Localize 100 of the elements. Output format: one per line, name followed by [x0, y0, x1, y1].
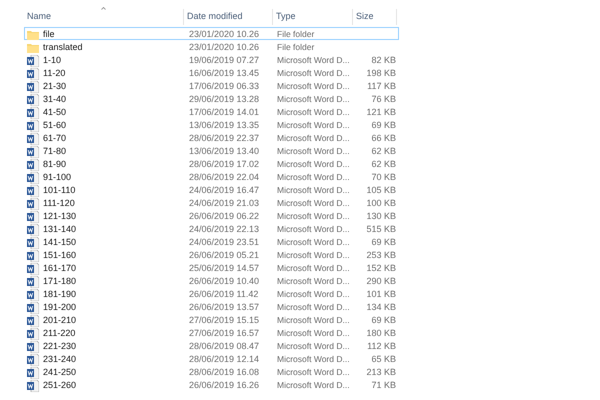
- file-type: Microsoft Word D...: [276, 288, 351, 302]
- file-row[interactable]: 71-80 13/06/2019 13.40 Microsoft Word D... 62 KB: [24, 144, 399, 157]
- file-size: 253 KB: [366, 249, 396, 262]
- file-size: 121 KB: [366, 106, 396, 119]
- file-row[interactable]: 81-90 28/06/2019 17.02 Microsoft Word D... 62 KB: [24, 157, 399, 170]
- file-name: 221-230: [43, 340, 76, 353]
- file-name: 181-190: [43, 288, 76, 301]
- file-row[interactable]: 41-50 17/06/2019 14.01 Microsoft Word D... 121 KB: [24, 105, 399, 118]
- file-size: 62 KB: [371, 158, 396, 171]
- document-icon: [27, 250, 39, 262]
- date-modified: 26/06/2019 10.40: [188, 275, 260, 288]
- file-size: 62 KB: [371, 145, 396, 158]
- date-modified: 24/06/2019 22.13: [188, 223, 260, 236]
- document-icon: [27, 184, 39, 197]
- file-size: 69 KB: [371, 314, 396, 327]
- column-header[interactable]: Name: [27, 10, 52, 24]
- document-icon: [27, 314, 39, 327]
- file-row[interactable]: 51-60 13/06/2019 13.35 Microsoft Word D... 69 KB: [24, 118, 399, 131]
- file-row[interactable]: 31-40 29/06/2019 13.28 Microsoft Word D... 76 KB: [24, 92, 399, 105]
- file-size: 101 KB: [366, 288, 396, 301]
- file-row[interactable]: 181-190 26/06/2019 11.42 Microsoft Word D... 101 KB: [24, 287, 399, 300]
- date-modified: 28/06/2019 12.14: [188, 353, 260, 366]
- document-icon: [27, 224, 39, 236]
- file-name: 131-140: [43, 223, 76, 236]
- file-type: Microsoft Word D...: [276, 262, 351, 276]
- file-row[interactable]: 211-220 27/06/2019 16.57 Microsoft Word D... 180 KB: [24, 326, 399, 339]
- file-type: Microsoft Word D...: [276, 93, 351, 106]
- document-icon: [27, 380, 39, 392]
- file-row[interactable]: 151-160 26/06/2019 05.21 Microsoft Word D... 253 KB: [24, 248, 399, 261]
- file-name: 91-100: [43, 171, 72, 184]
- file-row[interactable]: 201-210 27/06/2019 15.15 Microsoft Word D... 69 KB: [24, 313, 399, 326]
- file-name: 251-260: [43, 379, 76, 392]
- file-size: 213 KB: [366, 366, 396, 379]
- date-modified: 26/06/2019 11.42: [188, 288, 260, 301]
- file-row[interactable]: 241-250 28/06/2019 16.08 Microsoft Word D... 213 KB: [24, 365, 399, 378]
- file-row[interactable]: 171-180 26/06/2019 10.40 Microsoft Word D... 290 KB: [24, 274, 399, 287]
- file-name: 21-30: [43, 80, 66, 93]
- date-modified: 28/06/2019 22.04: [188, 171, 260, 184]
- file-name: 161-170: [43, 262, 76, 275]
- file-size: 65 KB: [371, 353, 396, 366]
- file-row[interactable]: translated 23/01/2020 10.26 File folder: [24, 40, 399, 53]
- file-type: Microsoft Word D...: [276, 67, 351, 80]
- file-size: 70 KB: [371, 171, 396, 184]
- document-icon: [27, 132, 39, 145]
- file-row[interactable]: 141-150 24/06/2019 23.51 Microsoft Word D... 69 KB: [24, 235, 399, 248]
- file-row[interactable]: 101-110 24/06/2019 16.47 Microsoft Word D... 105 KB: [24, 183, 399, 196]
- file-row[interactable]: 111-120 24/06/2019 21.03 Microsoft Word D... 100 KB: [24, 196, 399, 209]
- file-row[interactable]: 21-30 17/06/2019 06.33 Microsoft Word D... 117 KB: [24, 79, 399, 92]
- date-modified: 24/06/2019 16.47: [188, 184, 260, 197]
- date-modified: 13/06/2019 13.35: [188, 119, 260, 132]
- document-icon: [27, 68, 39, 80]
- column-header[interactable]: Type: [276, 10, 296, 24]
- file-type: File folder: [276, 28, 316, 42]
- file-name: 31-40: [43, 93, 66, 106]
- file-row[interactable]: 221-230 28/06/2019 08.47 Microsoft Word D... 112 KB: [24, 339, 399, 352]
- file-row[interactable]: 11-20 16/06/2019 13.45 Microsoft Word D... 198 KB: [24, 66, 399, 79]
- file-row[interactable]: 121-130 26/06/2019 06.22 Microsoft Word D... 130 KB: [24, 209, 399, 222]
- file-size: 290 KB: [366, 275, 396, 288]
- column-header[interactable]: Date modified: [187, 10, 243, 24]
- file-size: 76 KB: [371, 93, 396, 106]
- date-modified: 13/06/2019 13.40: [188, 145, 260, 158]
- document-icon: [27, 302, 39, 314]
- file-name: 191-200: [43, 301, 76, 314]
- date-modified: 28/06/2019 17.02: [188, 158, 260, 171]
- folder-icon: [27, 42, 39, 53]
- file-row[interactable]: 161-170 25/06/2019 14.57 Microsoft Word D... 152 KB: [24, 261, 399, 274]
- date-modified: 24/06/2019 21.03: [188, 197, 260, 210]
- document-icon: [27, 340, 39, 353]
- file-name: 211-220: [43, 327, 76, 340]
- file-row[interactable]: 231-240 28/06/2019 12.14 Microsoft Word D... 65 KB: [24, 352, 399, 365]
- document-icon: [27, 158, 39, 171]
- file-row[interactable]: 251-260 26/06/2019 16.26 Microsoft Word D... 71 KB: [24, 378, 399, 391]
- date-modified: 23/01/2020 10.26: [188, 41, 260, 54]
- date-modified: 17/06/2019 14.01: [188, 106, 260, 119]
- file-row[interactable]: 191-200 26/06/2019 13.57 Microsoft Word D... 134 KB: [24, 300, 399, 313]
- file-row[interactable]: 91-100 28/06/2019 22.04 Microsoft Word D... 70 KB: [24, 170, 399, 183]
- file-type: Microsoft Word D...: [276, 249, 351, 262]
- file-type: Microsoft Word D...: [276, 275, 351, 288]
- file-size: 100 KB: [366, 197, 396, 210]
- file-name: 51-60: [43, 119, 66, 132]
- file-name: 151-160: [43, 249, 76, 262]
- file-name: 101-110: [43, 184, 76, 197]
- date-modified: 26/06/2019 05.21: [188, 249, 260, 262]
- file-type: Microsoft Word D...: [276, 210, 351, 224]
- date-modified: 28/06/2019 22.37: [188, 132, 260, 145]
- date-modified: 28/06/2019 16.08: [188, 366, 260, 379]
- file-row[interactable]: file 23/01/2020 10.26 File folder: [24, 27, 399, 40]
- file-row[interactable]: 61-70 28/06/2019 22.37 Microsoft Word D... 66 KB: [24, 131, 399, 144]
- file-size: 130 KB: [366, 210, 396, 223]
- file-type: Microsoft Word D...: [276, 54, 351, 68]
- file-size: 515 KB: [366, 223, 396, 236]
- document-icon: [27, 262, 39, 275]
- document-icon: [27, 276, 39, 288]
- column-header[interactable]: Size: [356, 10, 374, 24]
- file-type: Microsoft Word D...: [276, 106, 351, 120]
- file-size: 69 KB: [371, 236, 396, 249]
- file-name: 61-70: [43, 132, 66, 145]
- file-size: 180 KB: [366, 327, 396, 340]
- file-row[interactable]: 131-140 24/06/2019 22.13 Microsoft Word D... 515 KB: [24, 222, 399, 235]
- file-row[interactable]: 1-10 19/06/2019 07.27 Microsoft Word D... 82 KB: [24, 53, 399, 66]
